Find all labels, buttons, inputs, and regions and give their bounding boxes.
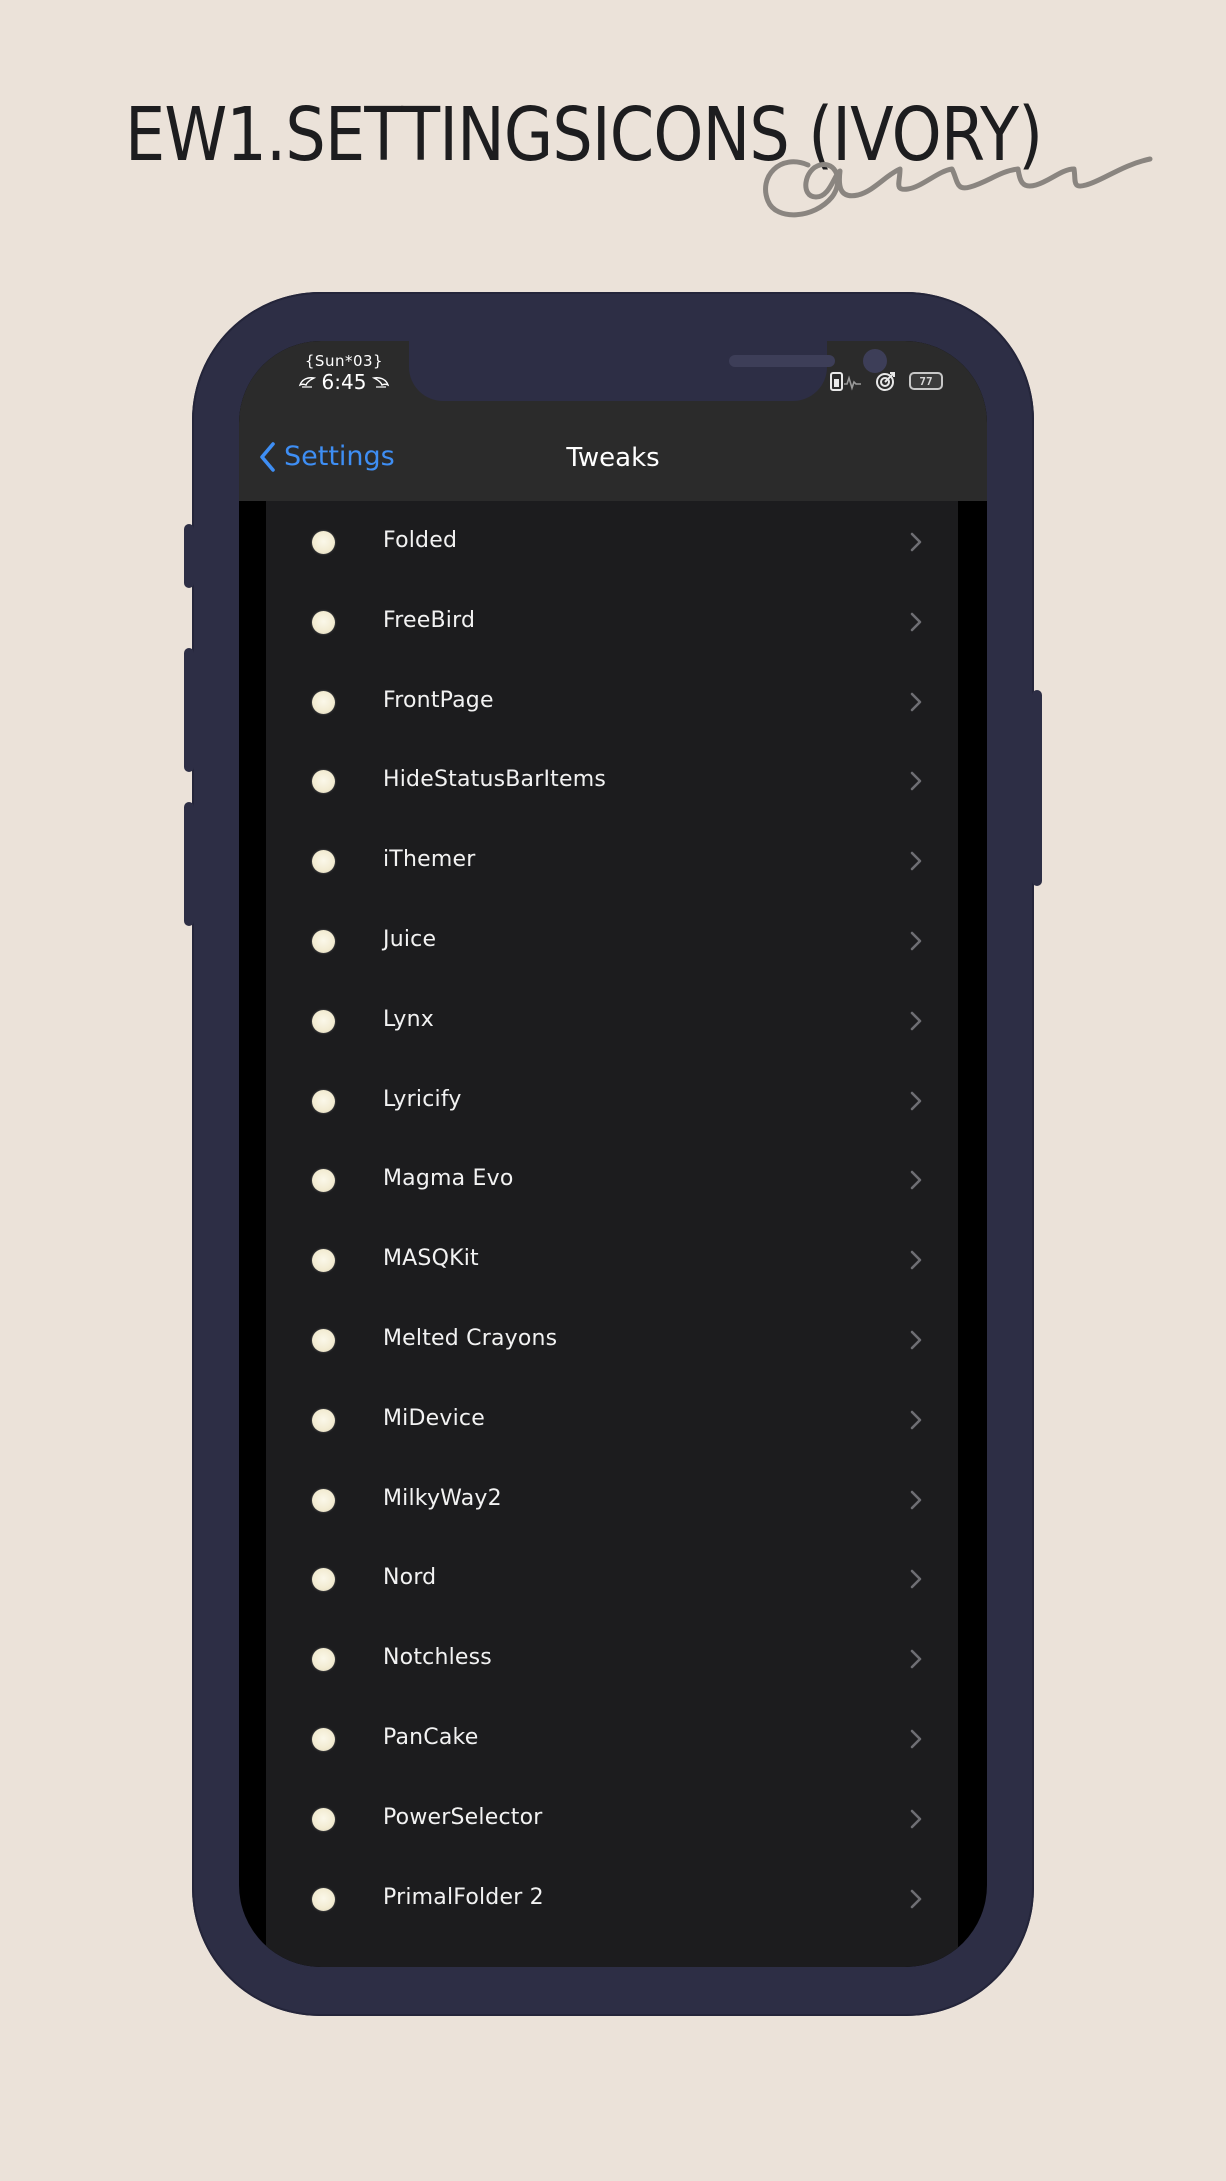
target-arrow-icon	[875, 370, 897, 392]
ivory-dot-icon	[312, 1488, 335, 1512]
ivory-dot-icon	[312, 1089, 335, 1113]
ivory-dot-icon	[312, 1249, 335, 1273]
list-item-label: Lynx	[383, 1006, 435, 1032]
list-item[interactable]: Folded	[266, 501, 958, 581]
ivory-dot-icon	[312, 531, 335, 554]
wing-left-icon	[298, 377, 316, 388]
phone-screen: {Sun*03} 6:45 77 Settings Tweaks Folded …	[239, 341, 987, 1967]
chevron-right-icon	[910, 1889, 922, 1908]
list-item[interactable]: MASQKit	[266, 1219, 958, 1299]
volume-down-button	[184, 802, 194, 926]
list-item[interactable]: MiDevice	[266, 1379, 958, 1459]
back-button[interactable]: Settings	[259, 441, 395, 472]
status-right: 77	[829, 370, 943, 392]
list-item-label: Juice	[383, 927, 437, 952]
chevron-right-icon	[910, 1490, 922, 1509]
list-item-label: FreeBird	[383, 607, 476, 633]
status-time: 6:45	[321, 370, 367, 394]
list-item[interactable]: FreeBird	[266, 581, 958, 661]
list-item-label: FrontPage	[383, 687, 494, 713]
list-item[interactable]: Lynx	[266, 980, 958, 1060]
chevron-right-icon	[910, 1729, 922, 1749]
list-item[interactable]: Melted Crayons	[266, 1299, 958, 1379]
list-item-label: iThemer	[383, 847, 476, 873]
chevron-right-icon	[910, 1570, 922, 1589]
list-item[interactable]: PrimalFolder 2	[266, 1858, 958, 1938]
list-item-label: MASQKit	[383, 1246, 479, 1272]
ivory-dot-icon	[312, 1887, 335, 1911]
ivory-dot-icon	[312, 1329, 335, 1352]
list-item[interactable]: Lyricify	[266, 1060, 958, 1140]
list-item-label: HideStatusBarItems	[383, 767, 607, 793]
list-item-label: PowerSelector	[383, 1804, 543, 1830]
ivory-dot-icon	[312, 930, 335, 953]
ivory-dot-icon	[312, 770, 335, 794]
status-clock: {Sun*03} 6:45	[291, 353, 397, 393]
chevron-right-icon	[910, 1809, 922, 1829]
tweaks-list: Folded FreeBird FrontPage HideStatusBarItem…	[266, 501, 958, 1967]
list-item[interactable]: Nord	[266, 1538, 958, 1618]
list-item-label: MiDevice	[383, 1405, 485, 1431]
list-item[interactable]: Juice	[266, 900, 958, 980]
ivory-dot-icon	[312, 1408, 335, 1432]
power-button	[1032, 690, 1042, 886]
list-item-label: PanCake	[383, 1725, 479, 1750]
volume-up-button	[184, 648, 194, 772]
list-item-label: Folded	[383, 528, 458, 553]
ivory-dot-icon	[312, 1648, 335, 1672]
list-item-label: Melted Crayons	[383, 1326, 558, 1351]
list-item[interactable]: Magma Evo	[266, 1139, 958, 1219]
ivory-dot-icon	[312, 690, 335, 714]
ivory-dot-icon	[312, 610, 335, 634]
list-item-label: Magma Evo	[383, 1166, 514, 1192]
chevron-right-icon	[910, 851, 922, 871]
chevron-right-icon	[910, 1091, 922, 1110]
chevron-right-icon	[910, 1011, 922, 1031]
chevron-right-icon	[910, 612, 922, 632]
ivory-dot-icon	[312, 1728, 335, 1751]
signature-logo	[763, 156, 1153, 218]
chevron-right-icon	[910, 1330, 922, 1350]
chevron-right-icon	[910, 1250, 922, 1270]
list-item[interactable]: HideStatusBarItems	[266, 740, 958, 820]
list-item[interactable]: Notchless	[266, 1618, 958, 1698]
chevron-right-icon	[910, 1649, 922, 1669]
speaker	[729, 355, 835, 367]
list-item-label: Notchless	[383, 1645, 492, 1671]
chevron-left-icon	[260, 441, 275, 472]
nav-bar: Settings Tweaks	[239, 433, 987, 497]
silent-switch	[184, 524, 194, 588]
back-button-label: Settings	[284, 441, 395, 472]
phone-frame: {Sun*03} 6:45 77 Settings Tweaks Folded …	[184, 292, 1042, 2016]
ivory-dot-icon	[312, 1568, 335, 1592]
chevron-right-icon	[910, 1410, 922, 1430]
list-item[interactable]: FrontPage	[266, 661, 958, 741]
chevron-right-icon	[910, 532, 922, 552]
list-item-label: PrimalFolder 2	[383, 1884, 544, 1910]
status-date: {Sun*03}	[304, 352, 384, 370]
chevron-right-icon	[910, 772, 922, 791]
ivory-dot-icon	[312, 1169, 335, 1193]
ivory-dot-icon	[312, 850, 335, 874]
list-item-label: Nord	[383, 1565, 437, 1591]
chevron-right-icon	[910, 931, 922, 951]
list-item[interactable]: iThemer	[266, 820, 958, 900]
list-item[interactable]: PowerSelector	[266, 1778, 958, 1858]
ivory-dot-icon	[312, 1009, 335, 1033]
battery-icon: 77	[909, 372, 943, 390]
phone-signal-icon	[829, 370, 863, 392]
ivory-dot-icon	[312, 1807, 335, 1831]
chevron-right-icon	[910, 1171, 922, 1190]
list-item-label: MilkyWay2	[383, 1485, 502, 1511]
wing-right-icon	[372, 377, 390, 388]
chevron-right-icon	[910, 692, 922, 711]
list-item[interactable]: PanCake	[266, 1698, 958, 1778]
list-item-label: Lyricify	[383, 1086, 462, 1112]
list-item[interactable]: MilkyWay2	[266, 1459, 958, 1539]
notch	[409, 341, 887, 401]
